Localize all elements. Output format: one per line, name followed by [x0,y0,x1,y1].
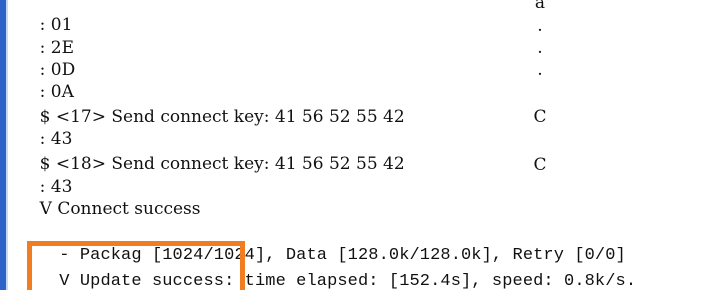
log-line-2: : 2E [18,15,74,58]
ascii-column: C [533,155,547,175]
log-prefix: V [39,199,52,219]
ascii-column: C [533,107,547,127]
log-line-3: : 0D [18,37,76,80]
log-line-1: : 01 [18,0,73,35]
log-line-9: V Connect success [18,176,201,219]
log-line-8: : 43 [18,154,73,197]
ascii-column: . [537,38,543,58]
log-line-7: $ <18> Send connect key: 41 56 52 55 42 [18,131,405,174]
ascii-column: . [537,16,543,36]
log-text: <18> Send connect key: 41 56 52 55 42 [55,154,405,174]
ascii-column: a [534,0,546,13]
log-line-5: $ <17> Send connect key: 41 56 52 55 42 [18,84,405,127]
log-line-4: : 0A [18,59,74,102]
terminal-window: : 01 a : 2E . : 0D . : 0A . $ <17> Send … [0,0,704,290]
log-line-6: : 43 [18,106,73,149]
ascii-column: . [537,60,543,80]
log-text: Connect success [57,199,201,219]
log-text: <17> Send connect key: 41 56 52 55 42 [55,107,405,127]
highlight-box [27,241,245,290]
left-accent-bar-inner [6,0,8,290]
